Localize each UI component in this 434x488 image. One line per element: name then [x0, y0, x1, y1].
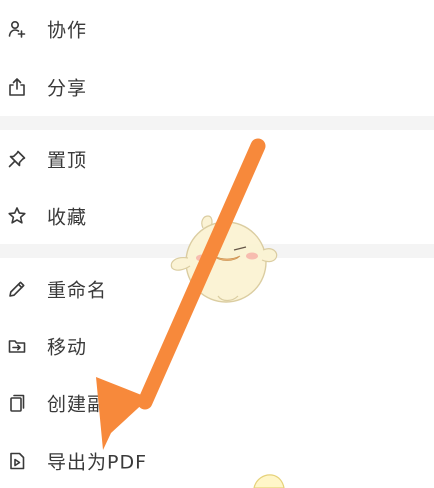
menu-item-label: 移动	[47, 336, 88, 359]
folder-move-icon	[6, 335, 28, 357]
share-icon	[6, 76, 28, 98]
menu-item-move[interactable]: 移动	[0, 319, 434, 373]
menu-item-collaborate[interactable]: 协作	[0, 2, 434, 56]
pencil-icon	[6, 278, 28, 300]
menu-item-duplicate[interactable]: 创建副本	[0, 376, 434, 430]
context-menu-screen: 协作 分享 置顶 收藏 重命名 移动 创建副本 导出为PDF	[0, 0, 434, 488]
menu-item-label: 分享	[47, 77, 88, 100]
section-divider	[0, 244, 434, 258]
menu-item-label: 创建副本	[47, 393, 128, 416]
menu-item-label: 协作	[47, 19, 88, 42]
menu-item-export-pdf[interactable]: 导出为PDF	[0, 434, 434, 488]
menu-item-share[interactable]: 分享	[0, 60, 434, 114]
copy-icon	[6, 392, 28, 414]
section-divider	[0, 116, 434, 130]
menu-item-label: 置顶	[47, 149, 88, 172]
menu-item-label: 收藏	[47, 206, 88, 229]
menu-item-label: 导出为PDF	[47, 451, 148, 474]
menu-item-label: 重命名	[47, 279, 108, 302]
menu-item-pin[interactable]: 置顶	[0, 132, 434, 186]
star-icon	[6, 205, 28, 227]
pin-icon	[6, 148, 28, 170]
menu-item-rename[interactable]: 重命名	[0, 262, 434, 316]
menu-item-favorite[interactable]: 收藏	[0, 189, 434, 243]
pdf-export-icon	[6, 450, 28, 472]
collaborate-icon	[6, 18, 28, 40]
